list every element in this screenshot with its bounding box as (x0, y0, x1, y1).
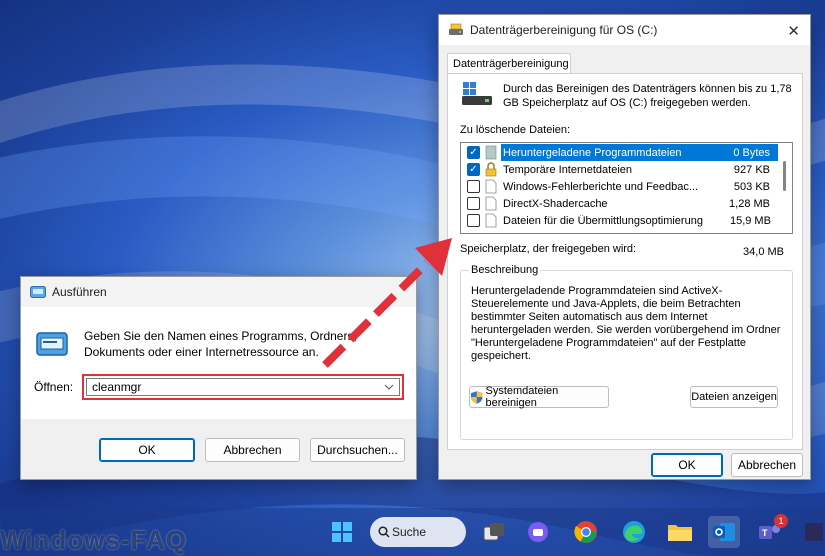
view-files-button[interactable]: Dateien anzeigen (690, 386, 778, 408)
start-button[interactable] (326, 516, 358, 548)
space-freed-value: 34,0 MB (743, 246, 784, 258)
file-name: Temporäre Internetdateien (503, 163, 633, 176)
disk-cleanup-app-icon (449, 23, 463, 35)
run-browse-button[interactable]: Durchsuchen... (310, 438, 405, 462)
folder-icon (668, 525, 692, 541)
windows-logo-icon (332, 522, 352, 542)
edge-icon (623, 521, 645, 543)
disk-cleanup-cancel-button[interactable]: Abbrechen (731, 453, 803, 477)
disk-cleanup-titlebar[interactable]: Datenträgerbereinigung für OS (C:) ✕ (439, 15, 810, 45)
scrollbar-thumb[interactable] (783, 161, 786, 191)
disk-cleanup-pane: Durch das Bereinigen des Datenträgers kö… (447, 73, 803, 450)
outlook-icon (713, 523, 735, 541)
teams-button[interactable]: T 1 (754, 514, 788, 548)
file-explorer-button[interactable] (664, 516, 696, 548)
file-entry[interactable]: Heruntergeladene Programmdateien 0 Bytes (501, 144, 778, 161)
file-icon (485, 196, 497, 211)
file-entry[interactable]: DirectX-Shadercache 1,28 MB (501, 195, 778, 212)
chrome-button[interactable] (570, 516, 602, 548)
edge-button[interactable] (618, 516, 650, 548)
file-size: 503 KB (733, 180, 770, 193)
tab-disk-cleanup[interactable]: Datenträgerbereinigung (447, 53, 571, 74)
description-text: Heruntergeladende Programmdateien sind A… (471, 285, 781, 362)
open-combobox[interactable]: cleanmgr (86, 378, 400, 396)
run-app-icon (30, 286, 46, 298)
file-entry[interactable]: Dateien für die Übermittlungsoptimierung… (501, 212, 779, 229)
search-label: Suche (392, 525, 427, 539)
file-name: Dateien für die Übermittlungsoptimierung (503, 214, 703, 227)
file-entry[interactable]: Temporäre Internetdateien 927 KB (501, 161, 778, 178)
folder-icon (485, 145, 497, 160)
run-titlebar[interactable]: Ausführen (21, 277, 416, 307)
run-body: Geben Sie den Namen eines Programms, Ord… (21, 307, 416, 419)
file-row[interactable]: Windows-Fehlerberichte und Feedbac... 503… (461, 178, 778, 195)
app-icon (804, 523, 823, 541)
drive-icon (462, 82, 492, 105)
file-size: 1,28 MB (729, 197, 770, 210)
space-freed-label: Speicherplatz, der freigegeben wird: (460, 243, 637, 255)
file-name: DirectX-Shadercache (503, 197, 608, 210)
close-icon[interactable]: ✕ (787, 22, 800, 40)
file-size: 0 Bytes (733, 146, 770, 159)
overflow-app-button[interactable] (800, 516, 825, 548)
chevron-down-icon[interactable] (384, 384, 394, 390)
file-entry[interactable]: Windows-Fehlerberichte und Feedbac... 503… (501, 178, 778, 195)
file-checkbox[interactable] (467, 197, 480, 210)
svg-text:T: T (762, 528, 768, 538)
run-description: Geben Sie den Namen eines Programms, Ord… (84, 329, 357, 359)
run-cancel-button[interactable]: Abbrechen (205, 438, 300, 462)
cleanup-intro: Durch das Bereinigen des Datenträgers kö… (503, 83, 792, 109)
taskbar-search[interactable]: Suche (370, 517, 466, 547)
run-footer: OK Abbrechen Durchsuchen... (21, 419, 416, 479)
task-view-button[interactable] (478, 516, 510, 548)
chrome-icon (574, 521, 597, 543)
clean-system-files-label: Systemdateien bereinigen (485, 385, 559, 409)
run-ok-button[interactable]: OK (99, 438, 195, 462)
file-checkbox[interactable] (467, 214, 480, 227)
open-label: Öffnen: (34, 380, 74, 394)
task-view-icon (483, 523, 504, 541)
disk-cleanup-ok-button[interactable]: OK (651, 453, 723, 477)
description-legend: Beschreibung (469, 264, 541, 276)
file-size: 927 KB (733, 163, 770, 176)
watermark: Windows-FAQ (0, 525, 187, 555)
file-row[interactable]: ✓ Temporäre Internetdateien 927 KB (461, 161, 778, 178)
teams-notification-badge: 1 (774, 514, 788, 528)
file-row[interactable]: ✓ Heruntergeladene Programmdateien 0 Bytes (461, 144, 778, 161)
open-input-highlight: cleanmgr (82, 374, 404, 400)
run-dialog-icon (36, 332, 68, 356)
shield-icon (470, 390, 483, 404)
file-name: Windows-Fehlerberichte und Feedbac... (503, 180, 699, 193)
description-group: Beschreibung Heruntergeladende Programmd… (460, 264, 793, 440)
file-row[interactable]: Dateien für die Übermittlungsoptimierung… (461, 212, 778, 229)
files-to-delete-label: Zu löschende Dateien: (460, 124, 571, 136)
file-name: Heruntergeladene Programmdateien (503, 146, 682, 159)
file-checkbox[interactable]: ✓ (467, 163, 480, 176)
file-row[interactable]: DirectX-Shadercache 1,28 MB (461, 195, 778, 212)
clean-system-files-button[interactable]: Systemdateien bereinigen (469, 385, 609, 409)
chat-button[interactable] (522, 516, 554, 548)
file-icon (485, 179, 497, 194)
files-list[interactable]: ✓ Heruntergeladene Programmdateien 0 Bytes… (460, 142, 793, 234)
disk-cleanup-title: Datenträgerbereinigung für OS (C:) (470, 23, 658, 37)
open-input-value[interactable]: cleanmgr (92, 380, 141, 394)
outlook-button[interactable] (708, 516, 740, 548)
files-list-scrollbar[interactable] (778, 143, 792, 233)
file-icon (485, 213, 497, 228)
chat-icon (528, 522, 548, 542)
lock-icon (485, 162, 497, 177)
search-icon (378, 526, 390, 538)
file-checkbox[interactable]: ✓ (467, 146, 480, 159)
file-size: 15,9 MB (729, 214, 771, 227)
run-dialog: Ausführen Geben Sie den Namen eines Prog… (20, 276, 417, 480)
file-checkbox[interactable] (467, 180, 480, 193)
run-title: Ausführen (52, 285, 107, 299)
disk-cleanup-dialog: Datenträgerbereinigung für OS (C:) ✕ Dat… (438, 14, 811, 480)
